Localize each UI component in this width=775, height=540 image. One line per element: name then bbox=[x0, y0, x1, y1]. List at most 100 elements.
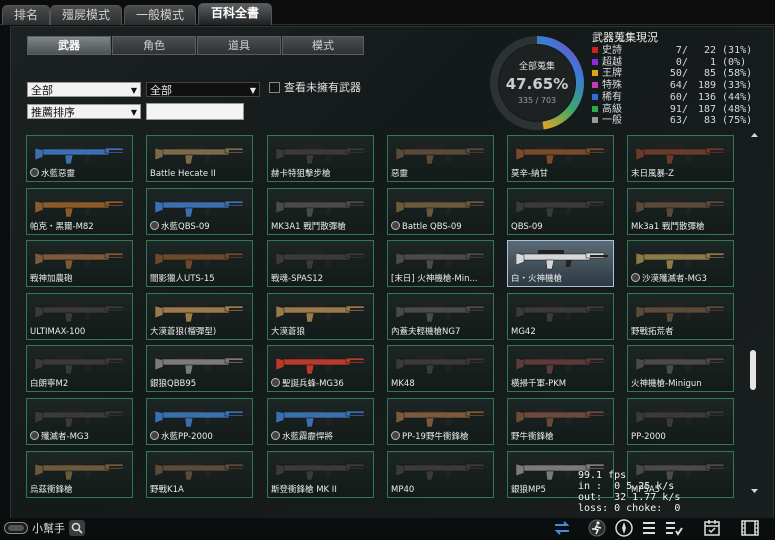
rarity-color-swatch bbox=[592, 82, 598, 89]
swap-icon[interactable] bbox=[552, 518, 572, 538]
weapon-label: Battle QBS-09 bbox=[391, 220, 492, 232]
weapon-card[interactable]: 戰魂-SPAS12 bbox=[267, 240, 374, 288]
rarity-name: 超越 bbox=[602, 56, 622, 68]
weapon-image bbox=[276, 460, 368, 480]
weapon-card[interactable]: 惡靈 bbox=[387, 135, 494, 182]
weapon-label: Battle Hecate II bbox=[150, 169, 251, 179]
rarity-owned: 91/ bbox=[669, 103, 688, 115]
rarity-total: 187 bbox=[697, 103, 716, 115]
weapon-card[interactable]: 帕克・黑爾-M82 bbox=[26, 187, 133, 235]
weapon-name: 大漠蒼狼 bbox=[271, 326, 306, 337]
search-input[interactable] bbox=[146, 103, 244, 120]
weapon-image bbox=[396, 408, 488, 428]
weapon-card[interactable]: 水藍惡靈 bbox=[26, 135, 133, 182]
tab-normal-mode[interactable]: 一般模式 bbox=[124, 5, 196, 25]
weapon-card[interactable]: PP-2000 bbox=[627, 398, 734, 445]
filter-dropdown-1[interactable]: 全部 ▼ bbox=[27, 82, 141, 97]
weapon-card[interactable]: [末日] 火神機槍-Min... bbox=[387, 240, 494, 288]
stat-row: 特殊 64/ 189 (33%) bbox=[592, 80, 752, 91]
tab-encyclopedia[interactable]: 百科全書 bbox=[198, 3, 272, 25]
weapon-label: 戰魂-SPAS12 bbox=[271, 272, 372, 284]
rarity-color-swatch bbox=[592, 105, 598, 112]
weapon-card[interactable]: 斯登衝鋒槍 MK II bbox=[267, 450, 374, 498]
weapon-card[interactable]: Battle Hecate II bbox=[146, 135, 253, 182]
weapon-card[interactable]: 內蓋夫輕機槍NG7 bbox=[387, 292, 494, 340]
weapon-card[interactable]: 大漠蒼狼(榴彈型) bbox=[146, 292, 253, 340]
weapon-card[interactable]: MP40 bbox=[387, 450, 494, 498]
filter-dropdown-2[interactable]: 全部 ▼ bbox=[146, 82, 260, 97]
weapon-name: 水藍霹靂悍將 bbox=[282, 432, 334, 442]
sort-dropdown[interactable]: 推薦排序 ▼ bbox=[27, 104, 141, 119]
weapon-card[interactable]: 野戰K1A bbox=[146, 450, 253, 498]
weapon-name: 水藍惡靈 bbox=[41, 169, 76, 179]
weapon-card[interactable]: PP-19野牛衝鋒槍 bbox=[387, 398, 494, 445]
weapon-card[interactable]: 聖誕兵蜂-MG36 bbox=[267, 345, 374, 393]
rarity-total: 83 bbox=[703, 115, 716, 127]
weapon-label: 戰神加農砲 bbox=[30, 272, 131, 284]
subtab-items[interactable]: 道具 bbox=[197, 36, 281, 55]
show-unowned-checkbox[interactable] bbox=[269, 82, 280, 93]
scrollbar-thumb[interactable] bbox=[750, 350, 756, 390]
weapon-card[interactable]: Mk3a1 戰鬥散彈槍 bbox=[627, 187, 734, 235]
weapon-name: 內蓋夫輕機槍NG7 bbox=[391, 326, 461, 337]
weapon-card[interactable]: 莫辛-納甘 bbox=[507, 135, 614, 182]
weapon-card[interactable]: 殲滅者-MG3 bbox=[26, 398, 133, 445]
weapon-card[interactable]: 水藍QBS-09 bbox=[146, 187, 253, 235]
checklist-icon[interactable] bbox=[664, 518, 684, 538]
weapon-card[interactable]: MK48 bbox=[387, 345, 494, 393]
weapon-card[interactable]: 水藍PP-2000 bbox=[146, 398, 253, 445]
film-icon[interactable] bbox=[740, 518, 760, 538]
weapon-card[interactable]: 沙漠殲滅者-MG3 bbox=[627, 240, 734, 288]
weapon-card[interactable]: 戰神加農砲 bbox=[26, 240, 133, 288]
weapon-name: 野戰拓荒者 bbox=[631, 326, 674, 337]
weapon-card[interactable]: QBS-09 bbox=[507, 187, 614, 235]
weapon-card[interactable]: 烏茲衝鋒槍 bbox=[26, 450, 133, 498]
weapon-card[interactable]: 火神機槍-Minigun bbox=[627, 345, 734, 393]
weapon-card[interactable]: 大漠蒼狼 bbox=[267, 292, 374, 340]
top-tab-bar: 排名 殭屍模式 一般模式 百科全書 bbox=[0, 0, 775, 25]
tab-zombie-mode[interactable]: 殭屍模式 bbox=[50, 5, 122, 25]
weapon-image bbox=[35, 355, 127, 375]
subtab-weapons[interactable]: 武器 bbox=[27, 36, 111, 55]
weapon-card[interactable]: 白朗寧M2 bbox=[26, 345, 133, 393]
calendar-icon[interactable] bbox=[702, 518, 722, 538]
weapon-card[interactable]: Battle QBS-09 bbox=[387, 187, 494, 235]
rarity-percent: (31%) bbox=[722, 45, 753, 56]
rarity-name: 王牌 bbox=[602, 68, 622, 80]
weapon-image bbox=[35, 460, 127, 480]
tab-ranking[interactable]: 排名 bbox=[2, 5, 50, 25]
weapon-label: 銀狼QBB95 bbox=[150, 377, 251, 389]
weapon-label: 大漠蒼狼(榴彈型) bbox=[150, 325, 251, 337]
weapon-card[interactable]: ULTIMAX-100 bbox=[26, 292, 133, 340]
rarity-owned: 0/ bbox=[675, 56, 688, 68]
weapon-name: 火神機槍-Minigun bbox=[631, 379, 702, 390]
run-icon[interactable] bbox=[587, 518, 607, 538]
weapon-card[interactable]: MK3A1 戰鬥散彈槍 bbox=[267, 187, 374, 235]
weapon-card[interactable]: 赫卡特狙擊步槍 bbox=[267, 135, 374, 182]
list-icon[interactable] bbox=[640, 518, 660, 538]
scroll-up-icon bbox=[751, 133, 758, 137]
weapon-card[interactable]: 野牛衝鋒槍 bbox=[507, 398, 614, 445]
weapon-card[interactable]: 銀狼QBB95 bbox=[146, 345, 253, 393]
search-icon[interactable] bbox=[69, 520, 85, 536]
subtab-characters[interactable]: 角色 bbox=[112, 36, 196, 55]
rarity-percent: (58%) bbox=[722, 68, 753, 80]
weapon-card[interactable]: 末日風暴-Z bbox=[627, 135, 734, 182]
helper-button[interactable]: 小幫手 bbox=[4, 520, 85, 536]
weapon-label: 水藍PP-2000 bbox=[150, 430, 251, 442]
weapon-card[interactable]: 水藍霹靂悍將 bbox=[267, 398, 374, 445]
weapon-card[interactable]: 闇影獵人UTS-15 bbox=[146, 240, 253, 288]
scrollbar[interactable] bbox=[750, 133, 759, 493]
weapon-card[interactable]: MG42 bbox=[507, 292, 614, 340]
weapon-card[interactable]: 白・火神機槍 bbox=[507, 240, 614, 288]
weapon-name: 帕克・黑爾-M82 bbox=[30, 221, 94, 232]
weapon-card[interactable]: 野戰拓荒者 bbox=[627, 292, 734, 340]
weapon-image bbox=[35, 145, 127, 165]
weapon-name: ULTIMAX-100 bbox=[30, 326, 86, 337]
weapon-image bbox=[35, 302, 127, 323]
weapon-card[interactable]: 橫掃千軍-PKM bbox=[507, 345, 614, 393]
weapon-label: 野戰拓荒者 bbox=[631, 325, 732, 337]
subtab-modes[interactable]: 模式 bbox=[282, 36, 364, 55]
stat-row: 超越 0/ 1 (0%) bbox=[592, 57, 746, 68]
compass-icon[interactable] bbox=[614, 518, 634, 538]
